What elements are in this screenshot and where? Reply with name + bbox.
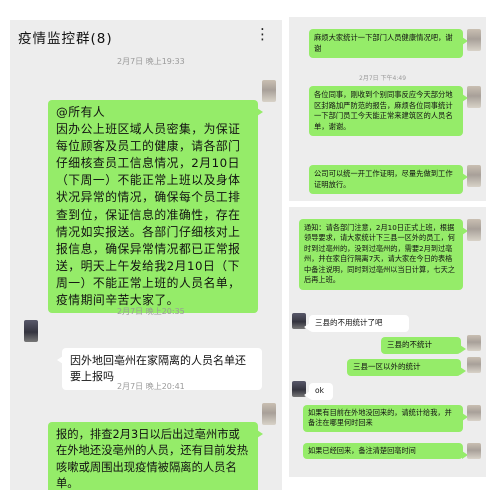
avatar[interactable] [467, 405, 481, 421]
chat-title-bar: 疫情监控群(8) ⋮ [10, 20, 282, 48]
avatar[interactable] [262, 403, 276, 425]
message-timestamp: 2月7日 晚上19:33 [117, 57, 185, 66]
message-bubble-sent[interactable]: 麻烦大家统计一下部门人员健康情况吧，谢谢 [309, 29, 468, 59]
main-chat-panel: 疫情监控群(8) ⋮ 2月7日 晚上19:33 @所有人 因办公上班区域人员密集… [10, 20, 282, 490]
avatar[interactable] [24, 320, 38, 342]
avatar[interactable] [467, 443, 481, 459]
avatar[interactable] [467, 165, 481, 187]
avatar[interactable] [467, 335, 481, 351]
chat-title: 疫情监控群(8) [18, 31, 113, 47]
message-bubble-sent[interactable]: 公司可以统一开工作证明，尽量先做到工作证明放行。 [309, 165, 468, 195]
avatar[interactable] [467, 29, 481, 51]
chat-panel-bottom-right: 通知：请各部门注意，2月10日正式上班，根据领导要求，请大家统计下三县一区外的员… [289, 207, 486, 477]
message-bubble-sent[interactable]: 各位同事，刚收到个别同事反应今天部分地区封路加严防范的报告，麻烦各位同事统计一下… [309, 86, 468, 137]
message-bubble-received[interactable]: ok [304, 383, 333, 400]
chat-panel-top-right: 麻烦大家统计一下部门人员健康情况吧，谢谢 2月7日 下午4:49 各位同事，刚收… [289, 17, 486, 201]
avatar[interactable] [262, 80, 276, 102]
avatar[interactable] [467, 219, 481, 241]
message-bubble-sent[interactable]: @所有人 因办公上班区域人员密集，为保证每位顾客及员工的健康，请各部门仔细核查员… [48, 100, 263, 314]
avatar[interactable] [467, 86, 481, 108]
message-bubble-sent[interactable]: 三县一区以外的统计 [347, 359, 466, 376]
message-bubble-sent[interactable]: 通知：请各部门注意，2月10日正式上班，根据领导要求，请大家统计下三县一区外的员… [299, 219, 468, 290]
message-bubble-sent[interactable]: 报的，排查2月3日以后出过亳州市或在外地还没亳州的人员，还有目前发热咳嗽或周围出… [48, 422, 263, 490]
more-dots-icon[interactable]: ⋮ [255, 25, 270, 43]
message-timestamp: 2月7日 晚上20:35 [117, 307, 185, 316]
message-bubble-sent[interactable]: 如果已经回来，备注清楚回亳时间 [303, 443, 468, 460]
message-bubble-sent[interactable]: 如果有目前在外地没回来的，请统计给我，并备注在哪里何时回来 [303, 405, 468, 432]
message-bubble-sent[interactable]: 三县的不统计 [381, 337, 466, 354]
avatar[interactable] [467, 357, 481, 373]
message-timestamp: 2月7日 晚上20:41 [117, 382, 185, 391]
message-timestamp: 2月7日 下午4:49 [359, 75, 407, 82]
message-bubble-received[interactable]: 三县的不用统计了吧 [304, 315, 409, 332]
